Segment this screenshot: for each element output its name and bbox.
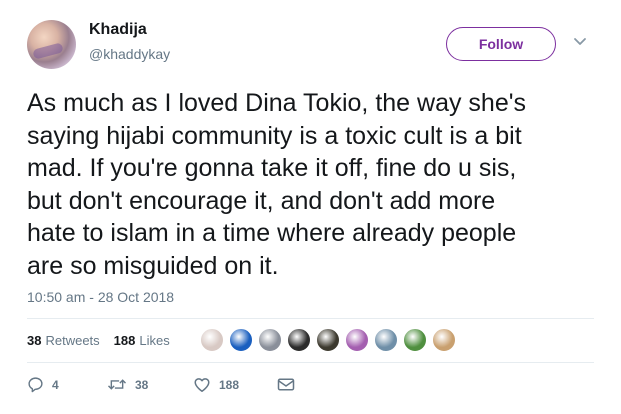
liker-avatar[interactable]: [287, 328, 311, 352]
liker-avatars: [200, 328, 461, 352]
reply-count: 4: [52, 377, 59, 392]
divider: [27, 362, 594, 363]
chevron-down-icon[interactable]: [572, 36, 588, 48]
liker-avatar[interactable]: [403, 328, 427, 352]
likes-label: Likes: [139, 333, 170, 348]
liker-avatar[interactable]: [345, 328, 369, 352]
reply-icon: [28, 377, 43, 393]
tweet-timestamp[interactable]: 10:50 am - 28 Oct 2018: [27, 289, 174, 305]
engagement-stats: 38 Retweets 188 Likes: [27, 333, 184, 348]
likes-count: 188: [113, 333, 136, 348]
liker-avatar[interactable]: [200, 328, 224, 352]
user-display-name[interactable]: Khadija: [89, 21, 147, 39]
tweet-line: are so misguided on it.: [27, 251, 279, 280]
user-handle[interactable]: @khaddykay: [89, 46, 170, 62]
retweets-count: 38: [27, 333, 42, 348]
liker-avatar[interactable]: [374, 328, 398, 352]
liker-avatar[interactable]: [316, 328, 340, 352]
liker-avatar[interactable]: [258, 328, 282, 352]
retweets-label: Retweets: [45, 333, 100, 348]
tweet-line: mad. If you're gonna take it off, fine d…: [27, 154, 517, 182]
profile-avatar[interactable]: [27, 20, 76, 69]
tweet-line: hate to islam in a time where already pe…: [27, 219, 517, 247]
retweets-stat[interactable]: 38 Retweets: [27, 333, 100, 348]
reply-button[interactable]: 4: [27, 376, 93, 393]
tweet-line: As much as I loved Dina Tokio, the way s…: [27, 89, 526, 117]
tweet-text: As much as I loved Dina Tokio, the way s…: [27, 87, 607, 282]
like-button[interactable]: 188: [193, 376, 277, 393]
liker-avatar[interactable]: [229, 328, 253, 352]
tweet-line: saying hijabi community is a toxic cult …: [27, 121, 522, 150]
like-count: 188: [219, 377, 240, 392]
heart-icon: [194, 378, 210, 392]
liker-avatar[interactable]: [432, 328, 456, 352]
retweet-count: 38: [135, 377, 149, 392]
envelope-icon: [277, 378, 295, 391]
tweet-line: but don't encourage it, and don't add mo…: [27, 186, 496, 215]
retweet-icon: [107, 379, 127, 390]
direct-message-button[interactable]: [277, 377, 295, 392]
likes-stat[interactable]: 188 Likes: [114, 333, 170, 348]
follow-button[interactable]: Follow: [446, 27, 556, 61]
retweet-button[interactable]: 38: [107, 376, 193, 393]
divider: [27, 318, 594, 319]
tweet-actions: 4 38 188: [27, 376, 295, 393]
